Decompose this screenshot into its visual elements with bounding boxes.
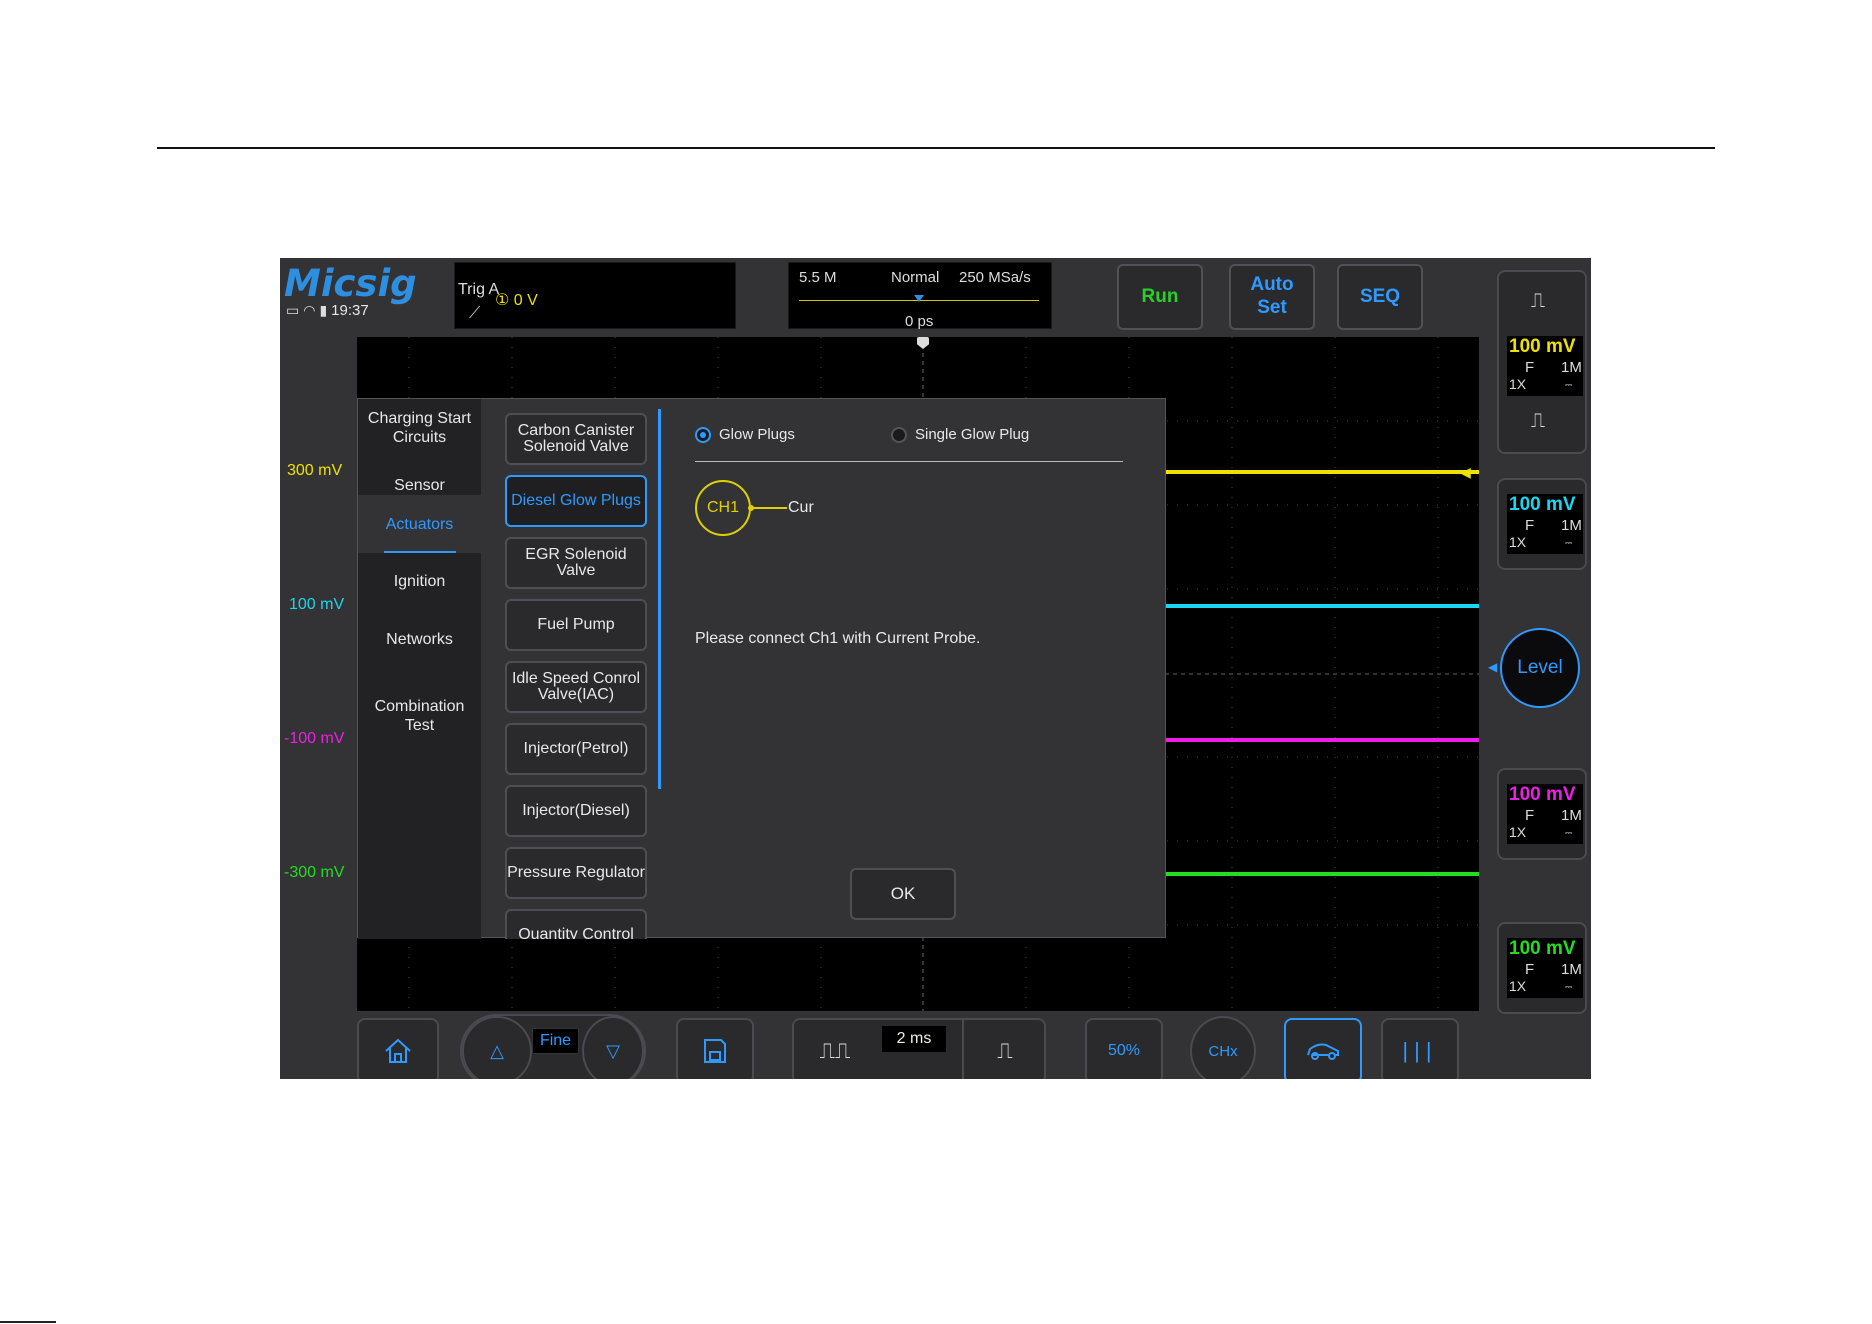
option-glow-plugs[interactable]: Glow Plugs <box>695 426 795 443</box>
item-carbon-canister-solenoid-valve[interactable]: Carbon Canister Solenoid Valve <box>505 413 647 465</box>
cursor-lines-icon: ||| <box>1402 1038 1438 1063</box>
ch1-settings[interactable]: 100 mV F 1M 1X ⎓ <box>1507 336 1583 396</box>
trigger-panel[interactable]: Trig A ① 0 V ⟋ <box>454 262 736 329</box>
memory-position-marker <box>914 295 924 302</box>
item-list-scrollbar[interactable] <box>658 409 661 789</box>
category-sensor[interactable]: Sensor <box>358 476 481 495</box>
ch1-ch2-panel[interactable]: ⎍ 100 mV F 1M 1X ⎓ ⎍ <box>1497 270 1587 454</box>
time-per-div: 2 ms <box>882 1026 946 1052</box>
level-label-ch3: -100 mV <box>284 730 345 747</box>
divider <box>695 461 1123 462</box>
automotive-test-dialog: Charging Start Circuits Sensor Actuators… <box>357 398 1166 939</box>
memory-depth: 5.5 M <box>799 269 837 286</box>
ch3-panel[interactable]: 100 mV F 1M 1X ⎓ <box>1497 768 1587 860</box>
radio-unselected <box>891 426 907 443</box>
category-combination-test[interactable]: Combination Test <box>358 697 481 735</box>
test-content: Glow Plugs Single Glow Plug CH1 Cur Plea… <box>663 399 1163 939</box>
option-single-glow-plug[interactable]: Single Glow Plug <box>891 426 1029 443</box>
item-egr-solenoid-valve[interactable]: EGR Solenoid Valve <box>505 537 647 589</box>
fifty-percent-button[interactable]: 50% <box>1085 1018 1163 1079</box>
level-label-ch4: -300 mV <box>284 864 345 881</box>
triangle-down-icon: ▽ <box>606 1040 620 1061</box>
level-left-arrow-icon: ◀ <box>1488 660 1498 674</box>
horizontal-position: 0 ps <box>905 313 934 330</box>
chx-button[interactable]: CHx <box>1190 1016 1256 1079</box>
item-diesel-glow-plugs[interactable]: Diesel Glow Plugs <box>505 475 647 527</box>
fine-down-button[interactable]: ▽ <box>582 1016 644 1079</box>
save-icon <box>704 1039 726 1063</box>
item-idle-speed-control-valve[interactable]: Idle Speed Conrol Valve(IAC) <box>505 661 647 713</box>
category-actuators[interactable]: Actuators <box>358 495 481 553</box>
level-label-ch1: 300 mV <box>287 462 343 479</box>
item-pressure-regulator[interactable]: Pressure Regulator <box>505 847 647 899</box>
pulse-icon: ⎍ <box>1531 410 1545 432</box>
wifi-icon: ◠ <box>303 302 316 318</box>
ch4-panel[interactable]: 100 mV F 1M 1X ⎓ <box>1497 922 1587 1014</box>
category-ignition[interactable]: Ignition <box>358 572 481 591</box>
home-icon <box>385 1038 411 1063</box>
actuator-item-list[interactable]: Carbon Canister Solenoid Valve Diesel Gl… <box>481 399 656 939</box>
level-label-ch2: 100 mV <box>289 596 345 613</box>
ok-button[interactable]: OK <box>850 868 956 920</box>
sample-rate: 250 MSa/s <box>959 269 1031 286</box>
category-networks[interactable]: Networks <box>358 630 481 649</box>
acquisition-mode: Normal <box>891 269 940 286</box>
oscilloscope-screen: Micsig ▭ ◠ ▮ 19:37 Trig A ① 0 V ⟋ 5.5 M … <box>280 258 1591 1079</box>
probe-wire <box>751 507 787 509</box>
timebase-zoom-out-button[interactable]: ⎍⎍ <box>792 1018 878 1079</box>
automotive-button[interactable] <box>1284 1018 1362 1079</box>
document-bottom-rule <box>0 1321 56 1323</box>
status-bar: ▭ ◠ ▮ 19:37 <box>286 302 369 319</box>
item-fuel-pump[interactable]: Fuel Pump <box>505 599 647 651</box>
battery-icon: ▮ <box>319 302 328 318</box>
connection-instruction: Please connect Ch1 with Current Probe. <box>695 630 981 647</box>
item-injector-petrol[interactable]: Injector(Petrol) <box>505 723 647 775</box>
home-button[interactable] <box>357 1018 439 1079</box>
trigger-level-arrow-icon[interactable]: ◀ <box>1460 464 1471 481</box>
cursor-button[interactable]: ||| <box>1381 1018 1459 1079</box>
dense-pulse-icon: ⎍⎍ <box>819 1038 851 1063</box>
current-probe-label: Cur <box>788 499 814 516</box>
ch2-panel[interactable]: 100 mV F 1M 1X ⎓ <box>1497 478 1587 570</box>
ch3-settings[interactable]: 100 mV F 1M 1X ⎓ <box>1507 784 1583 844</box>
triangle-up-icon: △ <box>490 1040 504 1061</box>
fine-up-button[interactable]: △ <box>462 1016 532 1079</box>
rising-edge-icon: ⟋ <box>469 305 481 322</box>
fine-indicator: Fine <box>532 1028 579 1054</box>
clock-time: 19:37 <box>331 302 369 319</box>
save-button[interactable] <box>676 1018 754 1079</box>
timebase-zoom-in-button[interactable]: ⎍ <box>962 1018 1046 1079</box>
item-injector-diesel[interactable]: Injector(Diesel) <box>505 785 647 837</box>
run-button[interactable]: Run <box>1117 264 1203 330</box>
level-knob[interactable]: Level <box>1500 628 1580 708</box>
trigger-level: ① 0 V <box>495 292 538 309</box>
wide-pulse-icon: ⎍ <box>997 1038 1013 1063</box>
monitor-icon: ▭ <box>286 302 300 318</box>
ch2-settings[interactable]: 100 mV F 1M 1X ⎓ <box>1507 494 1583 554</box>
category-charging-start-circuits[interactable]: Charging Start Circuits <box>358 409 481 447</box>
car-icon <box>1307 1043 1339 1060</box>
trigger-label: Trig A <box>458 281 500 298</box>
pulse-icon: ⎍ <box>1531 290 1545 312</box>
ch1-connection-badge: CH1 <box>695 480 751 536</box>
ch4-settings[interactable]: 100 mV F 1M 1X ⎓ <box>1507 938 1583 998</box>
category-list: Charging Start Circuits Sensor Actuators… <box>358 399 481 939</box>
timebase-panel[interactable]: 5.5 M Normal 250 MSa/s 0 ps <box>788 262 1052 330</box>
seq-button[interactable]: SEQ <box>1337 264 1423 330</box>
radio-selected <box>695 426 711 443</box>
auto-set-button[interactable]: Auto Set <box>1229 264 1315 330</box>
document-top-rule <box>157 147 1715 149</box>
micsig-logo: Micsig <box>284 262 417 305</box>
item-quantity-control[interactable]: Quantity Control <box>505 909 647 939</box>
active-underline <box>384 551 456 553</box>
